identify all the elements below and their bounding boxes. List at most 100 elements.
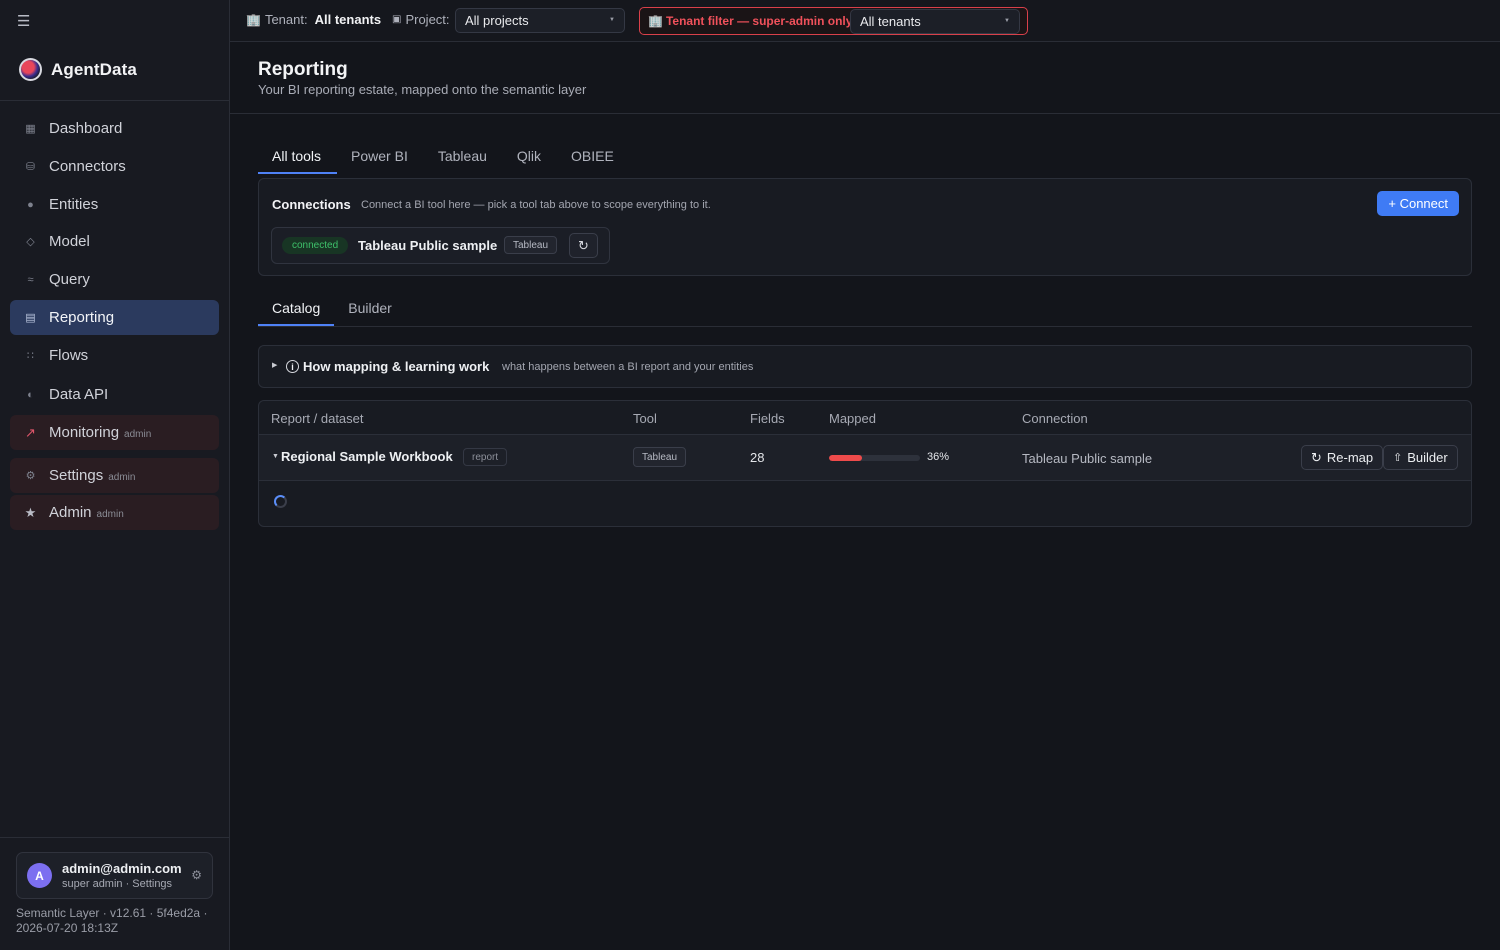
status-badge: connected	[282, 237, 349, 254]
brand[interactable]: AgentData	[19, 58, 137, 81]
table-row[interactable]: ▼ Regional Sample Workbook report Tablea…	[259, 435, 1471, 481]
sidebar-item-monitoring[interactable]: ↗ Monitoring admin	[10, 415, 219, 450]
user-settings-gear-icon[interactable]: ⚙	[191, 868, 202, 882]
report-type-badge: report	[463, 448, 508, 466]
tool-chip: Tableau	[504, 236, 558, 254]
page-subtitle: Your BI reporting estate, mapped onto th…	[258, 82, 587, 97]
tab-obiee[interactable]: OBIEE	[557, 140, 630, 174]
tab-power-bi[interactable]: Power BI	[337, 140, 424, 174]
tenant-filter-select[interactable]: All tenants ▼	[850, 9, 1020, 34]
chevron-down-icon: ▼	[609, 17, 615, 23]
sidebar-bottom-divider	[0, 837, 229, 838]
half-circle-icon: ◐	[27, 388, 34, 401]
column-header-mapped: Mapped	[829, 411, 876, 426]
project-select-value: All projects	[465, 13, 529, 28]
brand-name: AgentData	[51, 59, 137, 79]
builder-icon: ⇧	[1393, 452, 1403, 464]
sidebar-item-label: Flows	[49, 347, 89, 364]
connection-name: Tableau Public sample	[358, 238, 498, 253]
refresh-icon: ↻	[1311, 449, 1322, 465]
star-icon: ★	[24, 504, 37, 520]
column-header-fields: Fields	[750, 411, 785, 426]
sidebar-item-model[interactable]: ◇ Model	[10, 224, 219, 259]
sidebar-item-connectors[interactable]: ⛁ Connectors	[10, 149, 219, 184]
project-label-group: ▣ Project:	[392, 12, 450, 27]
user-info: admin@admin.com super admin · Settings	[62, 861, 182, 890]
tenant-filter-label: 🏢 Tenant filter — super-admin only	[648, 14, 852, 28]
loading-spinner-icon	[274, 495, 287, 508]
column-header-tool: Tool	[633, 411, 657, 426]
sidebar-divider	[0, 100, 229, 101]
chevron-down-icon: ▼	[1004, 18, 1010, 24]
sidebar-item-label: Settings	[49, 467, 104, 484]
caret-right-icon: ▶	[272, 362, 278, 369]
column-header-report: Report / dataset	[271, 411, 364, 426]
connect-button[interactable]: + Connect	[1377, 191, 1459, 216]
row-connection-name: Tableau Public sample	[1022, 451, 1153, 466]
chevron-down-icon[interactable]: ▼	[272, 453, 279, 460]
user-card[interactable]: A admin@admin.com super admin · Settings…	[16, 852, 213, 899]
column-header-connection: Connection	[1022, 411, 1088, 426]
tenant-label: Tenant:	[264, 12, 308, 27]
howto-title-group: i How mapping & learning work	[286, 359, 489, 374]
database-icon: ⛁	[25, 161, 36, 173]
project-icon: ▣	[392, 14, 402, 25]
app-root: ☰ AgentData ▦ Dashboard ⛁ Connectors ● E…	[0, 0, 1500, 950]
sidebar-item-query[interactable]: ≈ Query	[10, 262, 219, 297]
re-map-label: Re-map	[1326, 450, 1374, 465]
project-label: Project:	[405, 12, 450, 27]
building-icon: 🏢	[246, 12, 261, 27]
page-title: Reporting	[258, 59, 348, 80]
tab-all-tools[interactable]: All tools	[258, 140, 338, 174]
sidebar-item-reporting[interactable]: ▤ Reporting	[10, 300, 219, 335]
tab-tableau[interactable]: Tableau	[424, 140, 503, 174]
sidebar-item-data-api[interactable]: ◐ Data API	[10, 377, 219, 412]
sidebar-item-entities[interactable]: ● Entities	[10, 187, 219, 222]
brand-logo	[19, 58, 42, 81]
field-count: 28	[750, 450, 765, 465]
sidebar-item-label: Data API	[49, 386, 109, 403]
sidebar-item-label: Admin	[49, 504, 92, 521]
mapping-howto-disclosure[interactable]: ▶ i How mapping & learning work what hap…	[258, 345, 1472, 388]
open-builder-button[interactable]: ⇧ Builder	[1383, 445, 1458, 470]
mapped-progress-fill	[829, 455, 862, 461]
refresh-icon: ↻	[578, 237, 589, 253]
refresh-button[interactable]: ↻	[569, 233, 598, 258]
report-name: Regional Sample Workbook	[281, 449, 453, 464]
header-divider	[230, 113, 1500, 114]
sidebar-item-label: Model	[49, 233, 90, 250]
view-tabs: Catalog Builder	[258, 292, 406, 326]
mapped-progress-bar	[829, 455, 920, 461]
sidebar-item-settings[interactable]: ⚙ Settings admin	[10, 458, 219, 493]
admin-tag: admin	[108, 471, 136, 483]
globe-icon: ●	[27, 198, 34, 211]
info-icon: i	[286, 360, 299, 373]
connections-panel: Connections Connect a BI tool here — pic…	[258, 178, 1472, 276]
sidebar-item-label: Connectors	[49, 158, 126, 175]
avatar: A	[27, 863, 52, 888]
tenant-filter-value: All tenants	[860, 14, 921, 29]
sidebar-item-flows[interactable]: ∷ Flows	[10, 338, 219, 373]
tab-builder[interactable]: Builder	[334, 292, 406, 326]
sidebar-item-label: Monitoring	[49, 424, 120, 441]
admin-tag: admin	[124, 428, 152, 440]
gear-icon: ⚙	[25, 470, 36, 482]
report-icon: ▤	[25, 312, 36, 324]
main-content: Reporting Your BI reporting estate, mapp…	[230, 42, 1500, 950]
tool-chip: Tableau	[633, 447, 687, 467]
connections-description: Connect a BI tool here — pick a tool tab…	[361, 199, 711, 211]
tenant-filter: 🏢 Tenant filter — super-admin only All t…	[639, 7, 1028, 35]
tab-qlik[interactable]: Qlik	[503, 140, 557, 174]
tool-tabs: All tools Power BI Tableau Qlik OBIEE	[258, 140, 630, 174]
sidebar-item-admin[interactable]: ★ Admin admin	[10, 495, 219, 530]
wave-icon: ≈	[27, 273, 34, 286]
builder-label: Builder	[1407, 450, 1448, 465]
tab-catalog[interactable]: Catalog	[258, 292, 335, 326]
connection-card[interactable]: connected Tableau Public sample Tableau …	[271, 227, 610, 264]
project-select[interactable]: All projects ▼	[455, 8, 625, 33]
tenant-indicator: 🏢 Tenant: All tenants	[246, 12, 381, 27]
menu-toggle-icon[interactable]: ☰	[17, 14, 33, 30]
view-tabs-divider	[258, 326, 1472, 327]
re-map-button[interactable]: ↻ Re-map	[1301, 445, 1384, 470]
sidebar-item-dashboard[interactable]: ▦ Dashboard	[10, 111, 219, 146]
